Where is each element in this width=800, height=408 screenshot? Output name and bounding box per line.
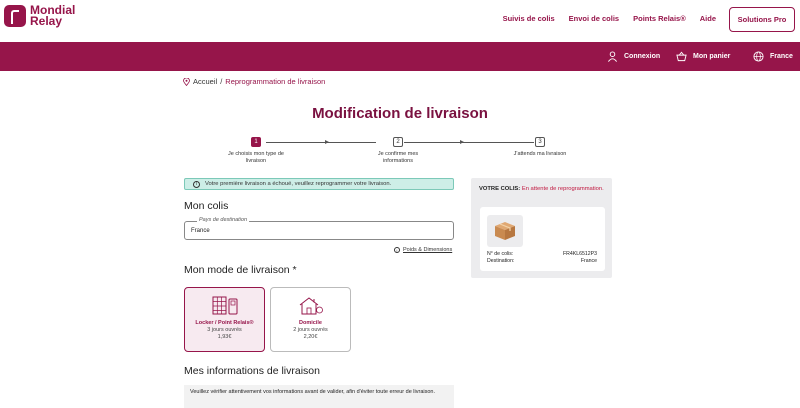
destination-country-field[interactable]: Pays de destination France: [184, 217, 454, 240]
mon-colis-heading: Mon colis: [184, 200, 229, 212]
nav-aide[interactable]: Aide: [700, 14, 716, 23]
globe-icon: [753, 51, 764, 62]
destination-field-label: Pays de destination: [197, 217, 250, 223]
site-header: Mondial Relay Suivis de colis Envoi de c…: [0, 0, 800, 40]
login-label: Connexion: [624, 53, 661, 60]
step-2-number: 2: [393, 137, 403, 147]
option-domicile[interactable]: Domicile 2 jours ouvrés 2,20€: [270, 287, 351, 352]
colis-status: VOTRE COLIS: En attente de reprogrammati…: [479, 186, 604, 193]
step-2-label: Je confirme mes informations: [377, 151, 419, 164]
colis-number-row: N° de colis: FR4KL6512P3: [487, 251, 597, 257]
colis-destination-row: Destination: France: [487, 258, 597, 264]
poids-dimensions-label: Poids & Dimensions: [403, 247, 453, 253]
step-connector: [404, 142, 534, 143]
info-icon: i: [193, 180, 200, 188]
step-3-number: 3: [535, 137, 545, 147]
nav-suivis-de-colis[interactable]: Suivis de colis: [503, 14, 555, 23]
parcel-icon: [495, 222, 515, 240]
locker-option-name: Locker / Point Relais®: [195, 320, 254, 326]
verification-notice: Veuillez vérifier attentivement vos info…: [184, 385, 454, 408]
cart-link[interactable]: Mon panier: [676, 51, 730, 62]
nav-envoi-de-colis[interactable]: Envoi de colis: [569, 14, 619, 23]
infos-livraison-heading: Mes informations de livraison: [184, 365, 320, 377]
alert-text: Votre première livraison a échoué, veuil…: [205, 181, 392, 187]
domicile-option-price: 2,20€: [303, 334, 318, 340]
logo-line2: Relay: [30, 14, 63, 28]
breadcrumb-home[interactable]: Accueil: [193, 77, 217, 86]
step-1-label: Je choisis mon type de livraison: [228, 151, 284, 164]
country-label: France: [770, 53, 793, 60]
destination-field-value: France: [191, 228, 210, 234]
breadcrumb: Accueil / Reprogrammation de livraison: [183, 77, 325, 86]
colis-card: N° de colis: FR4KL6512P3 Destination: Fr…: [480, 207, 605, 271]
nav-points-relais[interactable]: Points Relais®: [633, 14, 686, 23]
house-icon: [299, 297, 323, 315]
arrow-icon: [325, 140, 329, 144]
reprogram-alert: i Votre première livraison a échoué, veu…: [184, 178, 454, 190]
mondial-relay-logo[interactable]: Mondial Relay: [4, 4, 75, 28]
mode-livraison-heading: Mon mode de livraison *: [184, 264, 297, 276]
colis-number-value: FR4KL6512P3: [562, 251, 597, 257]
logo-mark-icon: [4, 5, 26, 27]
page-title: Modification de livraison: [312, 105, 488, 122]
domicile-option-name: Domicile: [299, 320, 322, 326]
locker-icon: [212, 296, 237, 315]
colis-status-label: VOTRE COLIS:: [479, 186, 521, 192]
progress-stepper: 1 2 3 Je choisis mon type de livraison J…: [215, 136, 585, 172]
arrow-icon: [460, 140, 464, 144]
colis-destination-label: Destination:: [487, 258, 515, 264]
votre-colis-panel: VOTRE COLIS: En attente de reprogrammati…: [471, 178, 612, 278]
step-3-label: J'attends ma livraison: [513, 151, 567, 157]
user-icon: [608, 51, 617, 62]
poids-dimensions-link[interactable]: i Poids & Dimensions: [394, 247, 452, 253]
country-selector[interactable]: France: [753, 51, 793, 62]
step-1-number: 1: [251, 137, 261, 147]
colis-destination-value: France: [580, 258, 597, 264]
logo-text: Mondial Relay: [30, 4, 75, 28]
info-icon: i: [394, 247, 400, 253]
breadcrumb-current: Reprogrammation de livraison: [225, 77, 326, 86]
colis-status-value: En attente de reprogrammation.: [521, 186, 604, 192]
cart-label: Mon panier: [693, 53, 731, 60]
step-connector: [266, 142, 376, 143]
breadcrumb-separator: /: [220, 77, 223, 86]
account-bar: Connexion Mon panier France: [0, 42, 800, 71]
login-link[interactable]: Connexion: [607, 51, 660, 62]
solutions-pro-button[interactable]: Solutions Pro: [729, 7, 795, 32]
location-pin-icon: [183, 77, 190, 86]
locker-option-delay: 3 jours ouvrés: [207, 327, 242, 333]
domicile-option-delay: 2 jours ouvrés: [293, 327, 328, 333]
option-locker-point-relais[interactable]: Locker / Point Relais® 3 jours ouvrés 1,…: [184, 287, 265, 352]
basket-icon: [676, 51, 687, 62]
main-nav: Suivis de colis Envoi de colis Points Re…: [503, 14, 716, 23]
colis-number-label: N° de colis:: [487, 251, 514, 257]
package-thumbnail: [487, 215, 523, 247]
locker-option-price: 1,93€: [217, 334, 232, 340]
